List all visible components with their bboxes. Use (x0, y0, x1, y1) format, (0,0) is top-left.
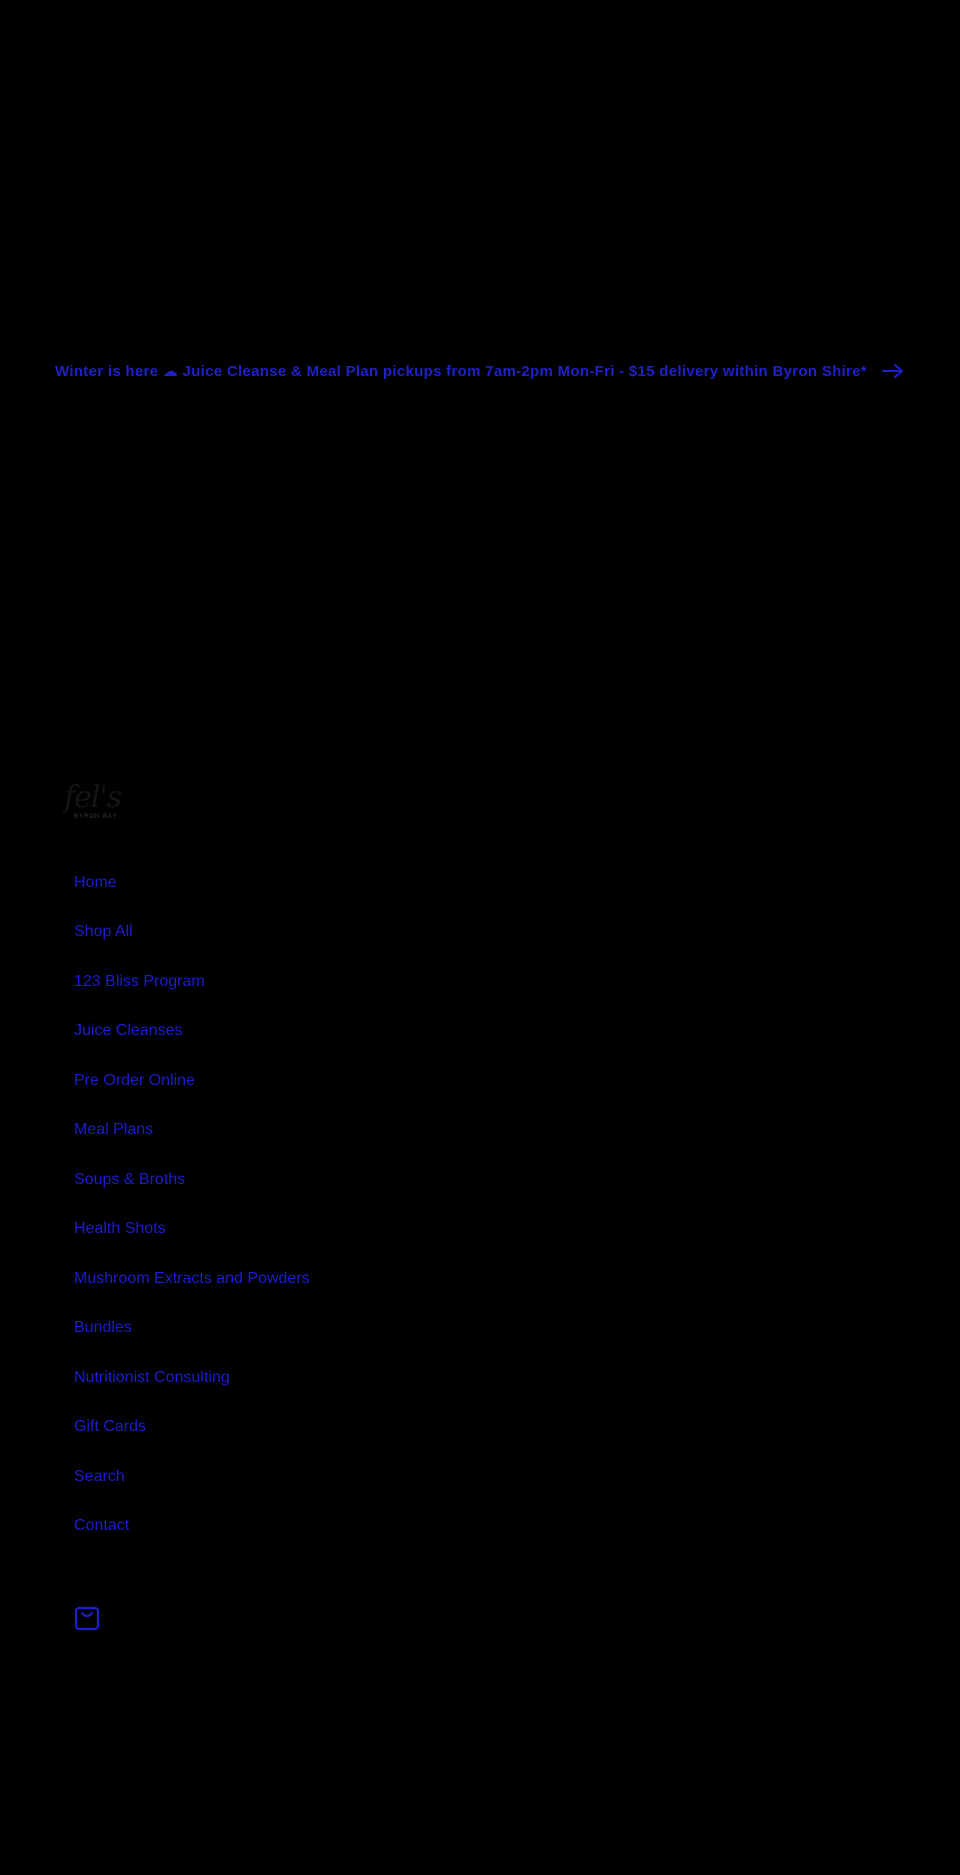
cart-button[interactable] (73, 1604, 101, 1632)
menu-item-pre-order: Pre Order Online (74, 1056, 310, 1106)
menu-item-soups-broths: Soups & Broths (74, 1155, 310, 1205)
arrow-right-icon (881, 364, 903, 378)
menu-link-health-shots[interactable]: Health Shots (74, 1220, 166, 1238)
menu-item-contact: Contact (74, 1502, 310, 1552)
menu-item-health-shots: Health Shots (74, 1205, 310, 1255)
logo-script: fel's (64, 780, 122, 815)
menu-item-shop-all: Shop All (74, 908, 310, 958)
menu-item-bliss-program: 123 Bliss Program (74, 957, 310, 1007)
menu-link-meal-plans[interactable]: Meal Plans (74, 1121, 153, 1139)
menu-item-meal-plans: Meal Plans (74, 1106, 310, 1156)
menu-item-mushroom-extracts: Mushroom Extracts and Powders (74, 1254, 310, 1304)
menu-link-home[interactable]: Home (74, 874, 117, 892)
menu-link-bundles[interactable]: Bundles (74, 1319, 132, 1337)
menu-link-pre-order[interactable]: Pre Order Online (74, 1072, 195, 1090)
menu-item-gift-cards: Gift Cards (74, 1403, 310, 1453)
menu-item-home: Home (74, 858, 310, 908)
announcement-text: Winter is here ☁ Juice Cleanse & Meal Pl… (55, 363, 867, 380)
menu-link-contact[interactable]: Contact (74, 1517, 129, 1535)
menu-link-gift-cards[interactable]: Gift Cards (74, 1418, 146, 1436)
announcement-bar-link[interactable]: Winter is here ☁ Juice Cleanse & Meal Pl… (0, 355, 960, 387)
drawer-menu: Home Shop All 123 Bliss Program Juice Cl… (74, 858, 310, 1551)
menu-link-nutritionist[interactable]: Nutritionist Consulting (74, 1369, 230, 1387)
menu-link-mushroom-extracts[interactable]: Mushroom Extracts and Powders (74, 1270, 310, 1288)
shopping-bag-icon (74, 1606, 100, 1631)
menu-item-nutritionist: Nutritionist Consulting (74, 1353, 310, 1403)
logo[interactable]: fel's BYRON BAY (62, 780, 132, 828)
menu-item-bundles: Bundles (74, 1304, 310, 1354)
menu-link-soups-broths[interactable]: Soups & Broths (74, 1171, 185, 1189)
menu-link-juice-cleanses[interactable]: Juice Cleanses (74, 1022, 183, 1040)
menu-item-juice-cleanses: Juice Cleanses (74, 1007, 310, 1057)
menu-link-bliss-program[interactable]: 123 Bliss Program (74, 973, 205, 991)
menu-link-shop-all[interactable]: Shop All (74, 923, 133, 941)
menu-item-search: Search (74, 1452, 310, 1502)
menu-link-search[interactable]: Search (74, 1468, 125, 1486)
logo-subtitle: BYRON BAY (74, 814, 118, 820)
